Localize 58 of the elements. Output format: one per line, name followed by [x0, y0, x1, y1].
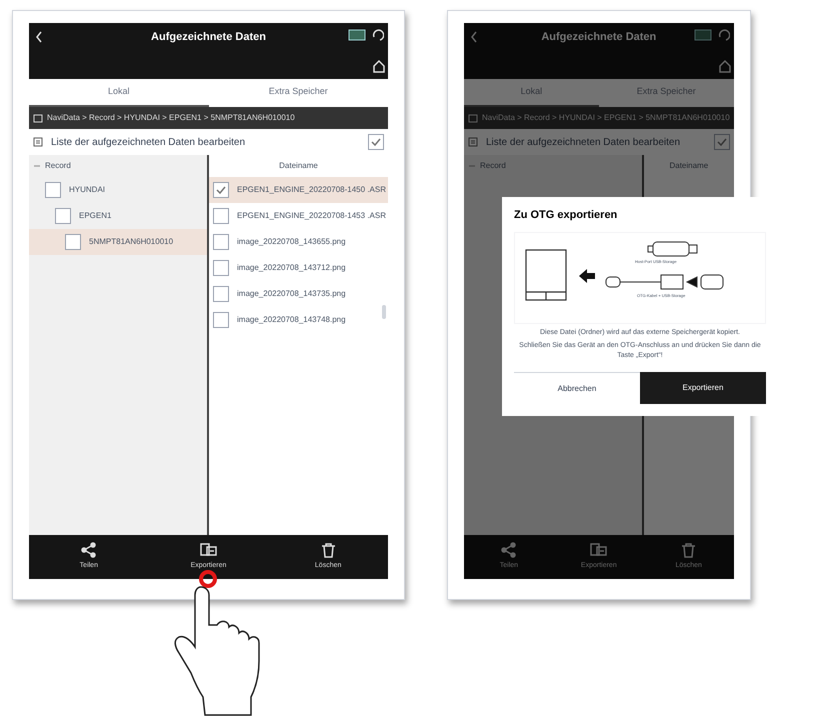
column-header: Dateiname: [668, 160, 710, 172]
tree-item[interactable]: HYUNDAI: [29, 177, 207, 203]
file-row[interactable]: image_20220708_143712.png: [209, 255, 388, 281]
list-icon: [468, 137, 478, 147]
delete-icon: [680, 542, 698, 558]
column-header: Record: [45, 160, 71, 172]
check-icon: [716, 137, 727, 147]
export-icon: [200, 542, 217, 558]
edit-list-label: Liste der aufgezeichneten Daten bearbeiten: [51, 136, 246, 150]
checkbox[interactable]: [368, 134, 384, 150]
export-icon: [590, 542, 608, 558]
usb-drive-icon: [646, 240, 699, 256]
checkbox[interactable]: [714, 134, 730, 150]
home-icon: [718, 59, 732, 73]
screen-title: Aufgezeichnete Daten: [151, 30, 266, 45]
checkbox[interactable]: [65, 234, 81, 250]
file-row[interactable]: EPGEN1_ENGINE_20220708-1453 .ASR: [209, 203, 388, 229]
file-row[interactable]: image_20220708_143655.png: [209, 229, 388, 255]
checkbox[interactable]: [213, 312, 229, 328]
scroll-handle[interactable]: [382, 305, 386, 319]
checkbox[interactable]: [213, 260, 229, 276]
tree-item[interactable]: 5NMPT81AN6H010010: [29, 229, 207, 255]
arrow-icon: [578, 268, 595, 282]
file-row[interactable]: image_20220708_143748.png: [209, 307, 388, 333]
breadcrumb-path: NaviData > Record > HYUNDAI > EPGEN1 > 5NMPT81AN6H010010: [47, 112, 295, 124]
checkbox[interactable]: [55, 208, 71, 224]
delete-icon: [320, 542, 337, 558]
edit-list-label: Liste der aufgezeichneten Daten bearbeiten: [486, 136, 682, 150]
checkbox[interactable]: [213, 208, 229, 224]
rotate-icon: [718, 29, 730, 41]
tablet-icon: [524, 248, 567, 300]
rotate-icon: [372, 29, 384, 41]
check-icon: [370, 137, 381, 147]
breadcrumb-path: NaviData > Record > HYUNDAI > EPGEN1 > 5NMPT81AN6H010010: [482, 112, 730, 124]
folder-icon: [33, 113, 43, 123]
export-button[interactable]: Exportieren: [640, 372, 766, 404]
column-header: Dateiname: [278, 160, 319, 172]
tab[interactable]: Extra Speicher: [208, 79, 388, 107]
checkbox[interactable]: [213, 234, 229, 250]
back-icon: [35, 31, 43, 43]
column-header: Record: [480, 160, 506, 172]
screen-icon: [348, 29, 366, 41]
home-icon: [372, 59, 386, 73]
screen-icon: [694, 29, 712, 41]
back-icon: [470, 31, 478, 43]
list-icon: [33, 137, 43, 147]
file-row[interactable]: EPGEN1_ENGINE_20220708-1450 .ASR: [209, 177, 388, 203]
checkbox[interactable]: [213, 182, 229, 198]
check-icon: [216, 185, 226, 195]
screen-title: Aufgezeichnete Daten: [541, 30, 656, 45]
checkbox[interactable]: [45, 182, 61, 198]
tree-item[interactable]: EPGEN1: [29, 203, 207, 229]
file-row[interactable]: image_20220708_143735.png: [209, 281, 388, 307]
dialog-title: Zu OTG exportieren: [514, 208, 618, 223]
share-icon: [500, 542, 518, 558]
share-icon: [80, 542, 98, 558]
folder-icon: [468, 113, 478, 123]
checkbox[interactable]: [213, 286, 229, 302]
